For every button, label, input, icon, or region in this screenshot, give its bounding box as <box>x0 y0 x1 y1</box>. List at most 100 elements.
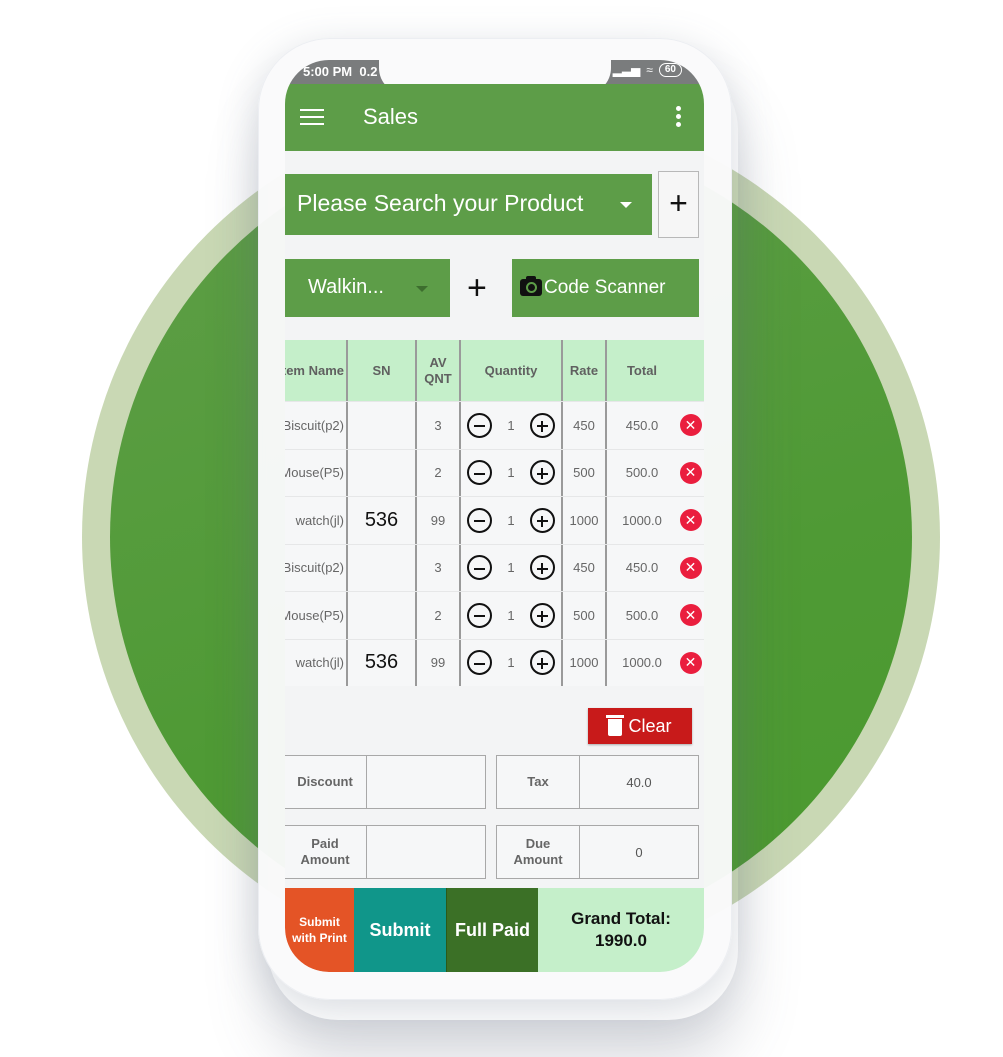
item-total: 450.0 <box>625 417 659 433</box>
serial-number: 536 <box>348 639 417 686</box>
header-item-name: tem Name <box>285 340 348 401</box>
quantity-value: 1 <box>507 512 515 528</box>
serial-number <box>348 544 417 591</box>
decrease-quantity-icon[interactable] <box>467 507 492 533</box>
paid-amount-input[interactable] <box>367 826 485 878</box>
serial-number <box>348 592 417 639</box>
item-rate: 450 <box>563 402 607 449</box>
quantity-stepper: 1 <box>461 592 563 639</box>
clear-button[interactable]: Clear <box>588 708 692 744</box>
table-row: Mouse(P5) 2 1 500 500.0 ✕ <box>285 591 704 639</box>
due-amount-value: 0 <box>635 844 643 860</box>
sales-items-table: tem Name SN AV QNT Quantity Rate Total Bi… <box>285 340 704 686</box>
table-row: Mouse(P5) 2 1 500 500.0 ✕ <box>285 448 704 496</box>
item-total: 1000.0 <box>622 512 662 528</box>
available-quantity: 99 <box>417 497 461 544</box>
decrease-quantity-icon[interactable] <box>467 650 492 676</box>
item-rate: 500 <box>563 592 607 639</box>
add-customer-button[interactable]: + <box>467 270 487 306</box>
item-name: watch(jl) <box>285 497 348 544</box>
quantity-stepper: 1 <box>461 449 563 496</box>
more-options-icon[interactable] <box>676 106 682 130</box>
submit-button[interactable]: Submit <box>354 888 446 972</box>
dropdown-caret-icon <box>416 286 428 292</box>
table-row: Biscuit(p2) 3 1 450 450.0 ✕ <box>285 543 704 591</box>
increase-quantity-icon[interactable] <box>529 507 555 533</box>
available-quantity: 3 <box>417 544 461 591</box>
paid-amount-label: Paid Amount <box>285 826 367 878</box>
paid-amount-field: Paid Amount <box>285 825 486 879</box>
quantity-stepper: 1 <box>461 639 563 686</box>
item-name: Mouse(P5) <box>285 592 348 639</box>
quantity-value: 1 <box>507 560 515 576</box>
item-total: 450.0 <box>625 560 659 576</box>
decrease-quantity-icon[interactable] <box>467 412 492 438</box>
item-rate: 1000 <box>563 497 607 544</box>
decrease-quantity-icon[interactable] <box>467 555 492 581</box>
item-rate: 1000 <box>563 639 607 686</box>
available-quantity: 3 <box>417 402 461 449</box>
clear-label: Clear <box>628 715 672 736</box>
page-title: Sales <box>363 104 419 129</box>
app-screen: 5:00 PM 0.2 ▂▃▅ ≈ 60 Sales Please Search… <box>285 60 704 972</box>
serial-number <box>348 402 417 449</box>
remove-item-icon[interactable]: ✕ <box>679 651 702 674</box>
quantity-value: 1 <box>507 655 515 671</box>
header-total: Total <box>626 362 658 378</box>
customer-dropdown[interactable]: Walkin... <box>285 259 450 317</box>
app-bar: Sales <box>285 84 704 151</box>
quantity-value: 1 <box>507 465 515 481</box>
header-rate: Rate <box>563 340 607 401</box>
customer-selected-value: Walkin... <box>308 276 384 298</box>
decrease-quantity-icon[interactable] <box>467 460 492 486</box>
available-quantity: 99 <box>417 639 461 686</box>
available-quantity: 2 <box>417 449 461 496</box>
table-row: Biscuit(p2) 3 1 450 450.0 ✕ <box>285 401 704 449</box>
dropdown-caret-icon <box>620 202 632 208</box>
tax-field: Tax 40.0 <box>496 755 699 809</box>
quantity-value: 1 <box>507 607 515 623</box>
remove-item-icon[interactable]: ✕ <box>679 509 702 532</box>
increase-quantity-icon[interactable] <box>529 412 555 438</box>
add-product-button[interactable]: + <box>658 171 699 238</box>
item-rate: 450 <box>563 544 607 591</box>
quantity-stepper: 1 <box>461 402 563 449</box>
status-icons: ▂▃▅ ≈ 60 <box>613 63 682 77</box>
increase-quantity-icon[interactable] <box>529 602 555 628</box>
item-rate: 500 <box>563 449 607 496</box>
item-name: Mouse(P5) <box>285 449 348 496</box>
decrease-quantity-icon[interactable] <box>467 602 492 628</box>
due-amount-label: Due Amount <box>497 826 580 878</box>
discount-field: Discount <box>285 755 486 809</box>
table-header: tem Name SN AV QNT Quantity Rate Total <box>285 340 704 401</box>
increase-quantity-icon[interactable] <box>529 460 555 486</box>
increase-quantity-icon[interactable] <box>529 555 555 581</box>
grand-total-label: Grand Total: <box>571 909 671 928</box>
remove-item-icon[interactable]: ✕ <box>679 414 702 437</box>
product-search-placeholder: Please Search your Product <box>297 190 584 216</box>
code-scanner-label: Code Scanner <box>544 277 666 298</box>
item-name: Biscuit(p2) <box>285 544 348 591</box>
item-total: 500.0 <box>625 607 659 623</box>
table-row: watch(jl) 536 99 1 1000 1000.0 ✕ <box>285 496 704 544</box>
remove-item-icon[interactable]: ✕ <box>679 556 702 579</box>
due-amount-field: Due Amount 0 <box>496 825 699 879</box>
code-scanner-button[interactable]: Code Scanner <box>512 259 699 317</box>
remove-item-icon[interactable]: ✕ <box>679 604 702 627</box>
full-paid-button[interactable]: Full Paid <box>446 888 538 972</box>
trash-icon <box>606 715 625 736</box>
quantity-stepper: 1 <box>461 544 563 591</box>
hamburger-menu-icon[interactable] <box>300 109 324 125</box>
serial-number <box>348 449 417 496</box>
wifi-icon: ≈ <box>646 63 653 77</box>
item-name: watch(jl) <box>285 639 348 686</box>
remove-item-icon[interactable]: ✕ <box>679 461 702 484</box>
quantity-value: 1 <box>507 417 515 433</box>
increase-quantity-icon[interactable] <box>529 650 555 676</box>
discount-input[interactable] <box>367 756 485 808</box>
grand-total: Grand Total: 1990.0 <box>538 888 704 972</box>
available-quantity: 2 <box>417 592 461 639</box>
signal-icon: ▂▃▅ <box>612 63 641 77</box>
product-search-dropdown[interactable]: Please Search your Product <box>285 174 652 235</box>
submit-with-print-button[interactable]: Submit with Print <box>285 888 354 972</box>
